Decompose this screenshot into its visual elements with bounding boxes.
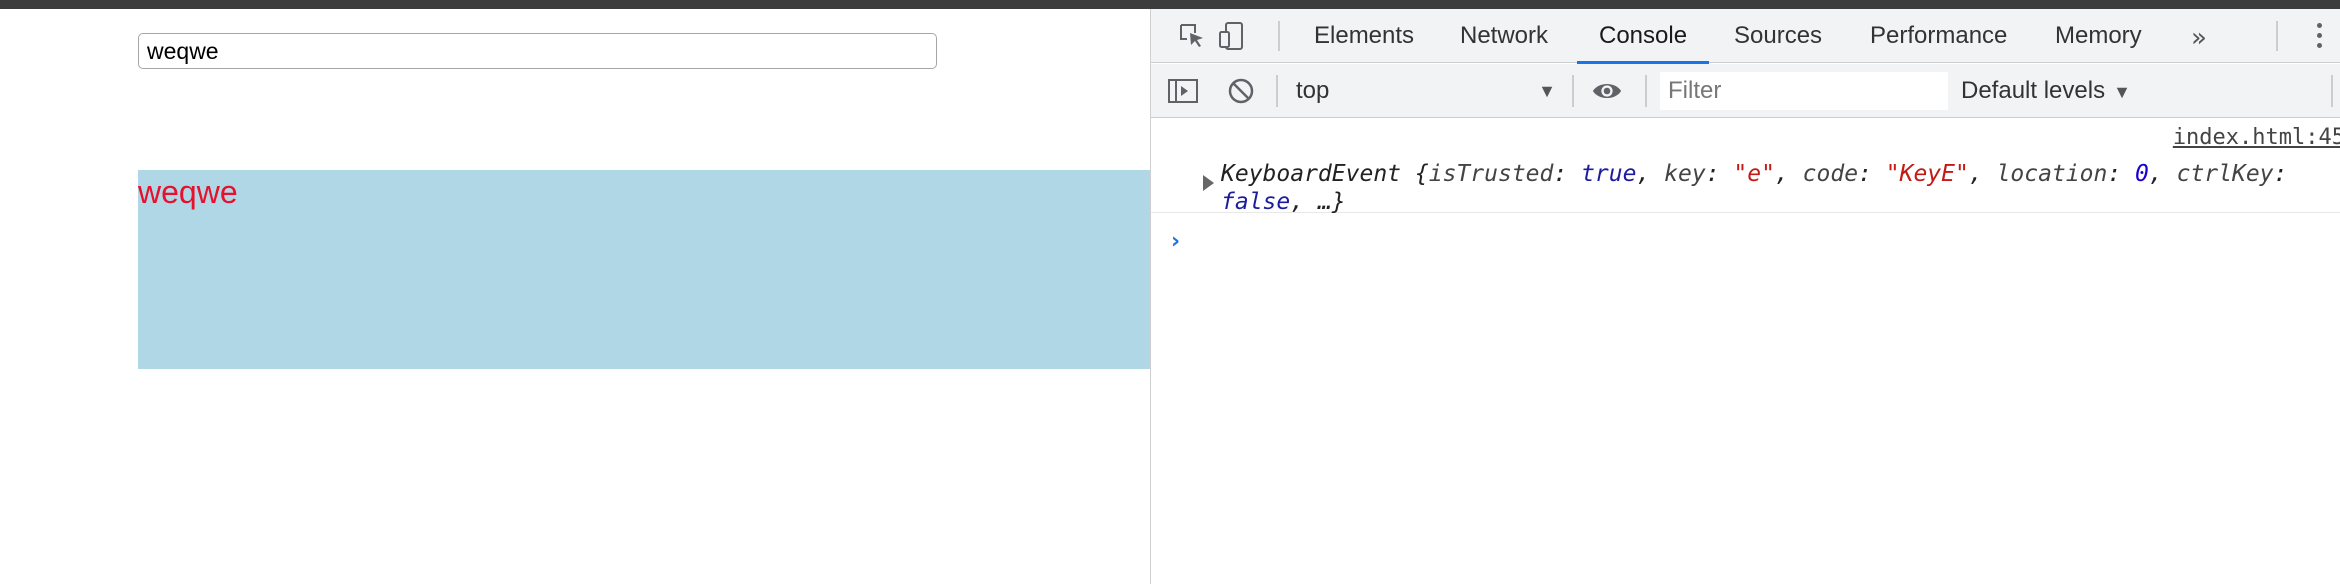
toolbar-separator <box>1572 75 1574 107</box>
console-toolbar: top ▼ Default levels ▼ <box>1151 64 2340 118</box>
more-options-icon[interactable] <box>2310 21 2330 51</box>
prop-value: "e" <box>1733 161 1775 187</box>
prop-value: "KeyE" <box>1885 161 1969 187</box>
console-prompt-icon[interactable]: › <box>1171 229 1180 254</box>
expand-triangle-icon[interactable] <box>1203 175 1214 191</box>
devtools-tabbar: Elements Network Console Sources Perform… <box>1151 9 2340 64</box>
prop-key: isTrusted <box>1428 161 1554 187</box>
prop-value: false <box>1221 189 1291 215</box>
prop-value: 0 <box>2135 161 2149 187</box>
prop-key: key <box>1664 161 1706 187</box>
console-output: index.html:45 KeyboardEvent {isTrusted: … <box>1151 119 2340 584</box>
output-text: weqwe <box>138 174 238 210</box>
tabbar-separator <box>2276 21 2278 51</box>
live-expression-icon[interactable] <box>1591 76 1623 106</box>
prop-value: true <box>1581 161 1637 187</box>
toolbar-separator <box>2331 75 2333 107</box>
clear-console-icon[interactable] <box>1225 76 1257 106</box>
tab-sources[interactable]: Sources <box>1734 9 1822 63</box>
tab-elements[interactable]: Elements <box>1314 9 1414 63</box>
ellipsis: …} <box>1317 189 1346 215</box>
tabbar-separator <box>1278 21 1280 51</box>
page-viewport: weqwe <box>0 9 1150 584</box>
object-preview-line-1[interactable]: KeyboardEvent {isTrusted: true, key: "e"… <box>1221 161 2287 187</box>
context-value: top <box>1296 77 1330 104</box>
prop-key: location <box>1996 161 2108 187</box>
brace-open: { <box>1414 161 1429 187</box>
tab-performance[interactable]: Performance <box>1870 9 2007 63</box>
log-levels-label: Default levels <box>1961 77 2106 104</box>
filter-input[interactable] <box>1660 72 1948 110</box>
object-preview-line-2[interactable]: false, …} <box>1221 189 1346 215</box>
inspect-element-icon[interactable] <box>1177 21 1207 51</box>
log-levels-dropdown[interactable]: Default levels ▼ <box>1961 74 2131 108</box>
tab-network[interactable]: Network <box>1460 9 1548 63</box>
console-sidebar-icon[interactable] <box>1167 76 1199 106</box>
window-top-bar <box>0 0 2340 9</box>
object-class: KeyboardEvent <box>1221 161 1402 187</box>
prop-key: code <box>1802 161 1859 187</box>
dropdown-arrow-icon: ▼ <box>1538 81 1556 101</box>
prop-key: ctrlKey <box>2176 161 2274 187</box>
output-box: weqwe <box>138 170 1150 369</box>
text-input[interactable] <box>138 33 937 69</box>
console-message: index.html:45 KeyboardEvent {isTrusted: … <box>1151 119 2340 215</box>
tab-console[interactable]: Console <box>1576 9 1710 64</box>
toolbar-separator <box>1645 75 1647 107</box>
device-toolbar-icon[interactable] <box>1217 21 1247 51</box>
context-selector[interactable]: top ▼ <box>1296 74 1564 108</box>
tab-memory[interactable]: Memory <box>2055 9 2142 63</box>
toolbar-separator <box>1276 75 1278 107</box>
source-link[interactable]: index.html:45 <box>2173 125 2340 150</box>
more-tabs-icon[interactable]: » <box>2191 23 2207 53</box>
dropdown-arrow-icon: ▼ <box>2113 82 2131 102</box>
devtools-panel: Elements Network Console Sources Perform… <box>1150 9 2340 584</box>
